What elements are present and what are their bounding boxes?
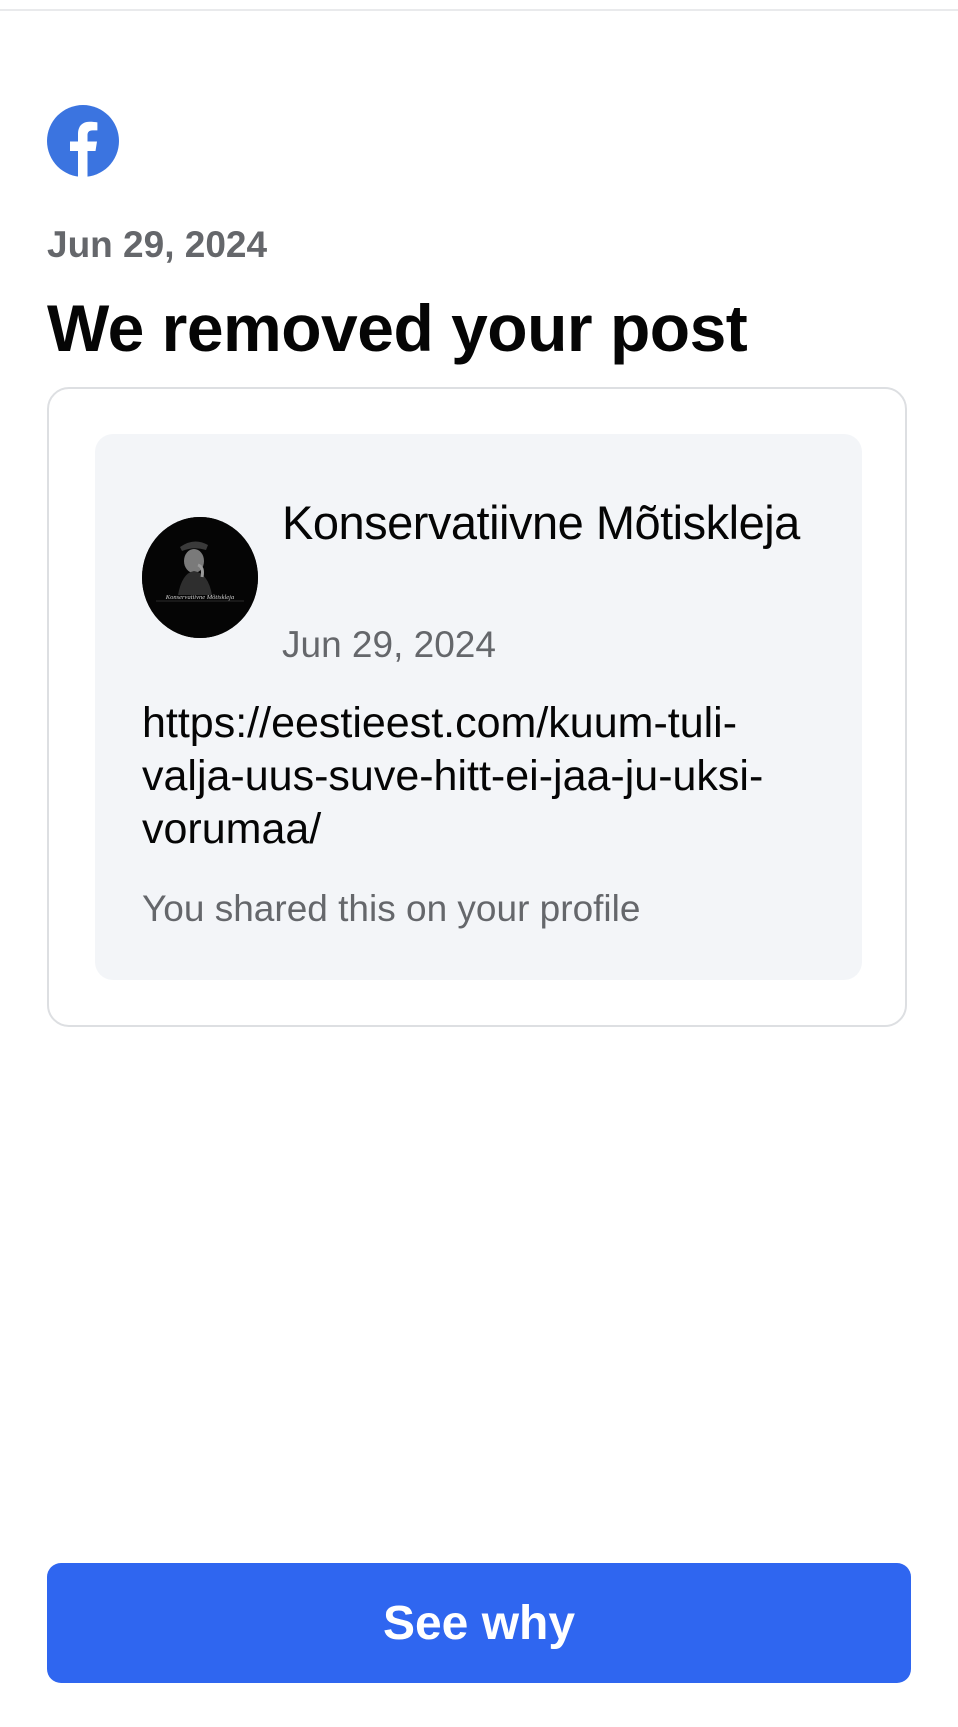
- notice-date: Jun 29, 2024: [47, 224, 268, 265]
- removal-notice-screen: Jun 29, 2024 We removed your post Konser…: [0, 0, 958, 1727]
- post-link-text: https://eestieest.com/kuum-tuli-valja-uu…: [142, 699, 764, 853]
- avatar-caption: Konservatiivne Mõtiskleja: [165, 594, 234, 601]
- post-author: Konservatiivne Mõtiskleja: [282, 496, 800, 549]
- see-why-button[interactable]: See why: [47, 1563, 911, 1683]
- page-title: We removed your post: [47, 291, 748, 365]
- share-note: You shared this on your profile: [142, 888, 641, 929]
- profile-avatar: Konservatiivne Mõtiskleja: [142, 517, 258, 638]
- post-date: Jun 29, 2024: [282, 624, 496, 665]
- top-divider: [0, 9, 958, 11]
- facebook-logo-icon: [47, 105, 119, 177]
